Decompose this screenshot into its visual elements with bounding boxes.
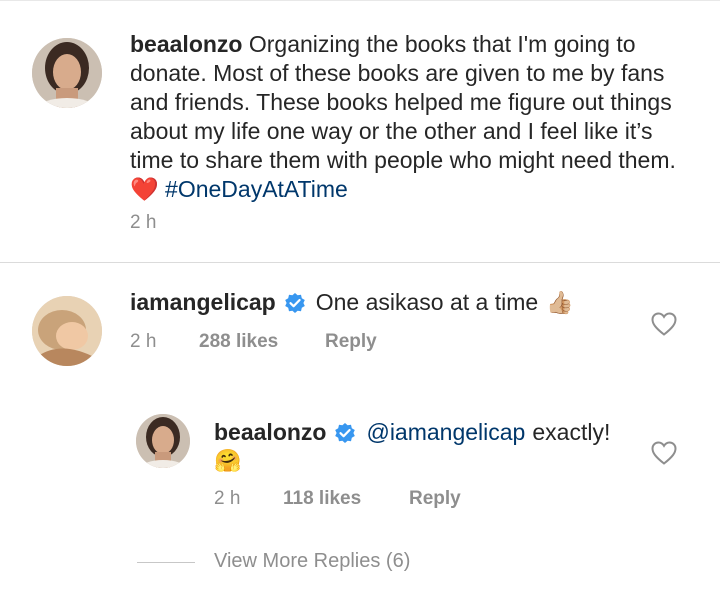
- reply-line: beaalonzo @iamangelicap exactly!: [214, 418, 610, 447]
- comment-username[interactable]: iamangelicap: [130, 288, 276, 317]
- view-more-line: [137, 562, 195, 563]
- caption-timestamp: 2 h: [130, 212, 157, 233]
- reply-likes[interactable]: 118 likes: [283, 488, 361, 510]
- red-heart-emoji: ❤️: [130, 176, 159, 202]
- caption-username[interactable]: beaalonzo: [130, 31, 242, 57]
- reply-timestamp: 2 h: [214, 488, 241, 509]
- comment-avatar[interactable]: [32, 296, 102, 366]
- verified-badge-icon: [284, 292, 306, 314]
- thumbs-up-emoji: 👍🏼: [546, 290, 574, 315]
- comment-timestamp: 2 h: [130, 331, 157, 352]
- reply-username[interactable]: beaalonzo: [214, 418, 326, 447]
- comment-line: iamangelicap One asikaso at a time 👍🏼: [130, 288, 574, 317]
- reply-mention[interactable]: @iamangelicap: [366, 418, 525, 447]
- comment-likes[interactable]: 288 likes: [199, 331, 278, 353]
- reply-text: exactly!: [532, 419, 611, 445]
- view-more-replies-button[interactable]: View More Replies (6): [214, 550, 410, 573]
- section-divider: [0, 262, 720, 263]
- reply-avatar[interactable]: [136, 414, 190, 468]
- verified-badge-icon: [334, 422, 356, 444]
- hugging-face-emoji: 🤗: [214, 448, 242, 473]
- heart-outline-icon[interactable]: [650, 311, 678, 337]
- heart-outline-icon[interactable]: [650, 440, 678, 466]
- caption-avatar[interactable]: [32, 38, 102, 108]
- top-divider: [0, 0, 720, 1]
- reply-reply-button[interactable]: Reply: [409, 488, 461, 510]
- caption-body: beaalonzo Organizing the books that I'm …: [130, 30, 690, 204]
- comment-text: One asikaso at a time: [315, 289, 539, 315]
- comment-reply-button[interactable]: Reply: [325, 331, 377, 353]
- caption-hashtag[interactable]: #OneDayAtATime: [165, 176, 348, 202]
